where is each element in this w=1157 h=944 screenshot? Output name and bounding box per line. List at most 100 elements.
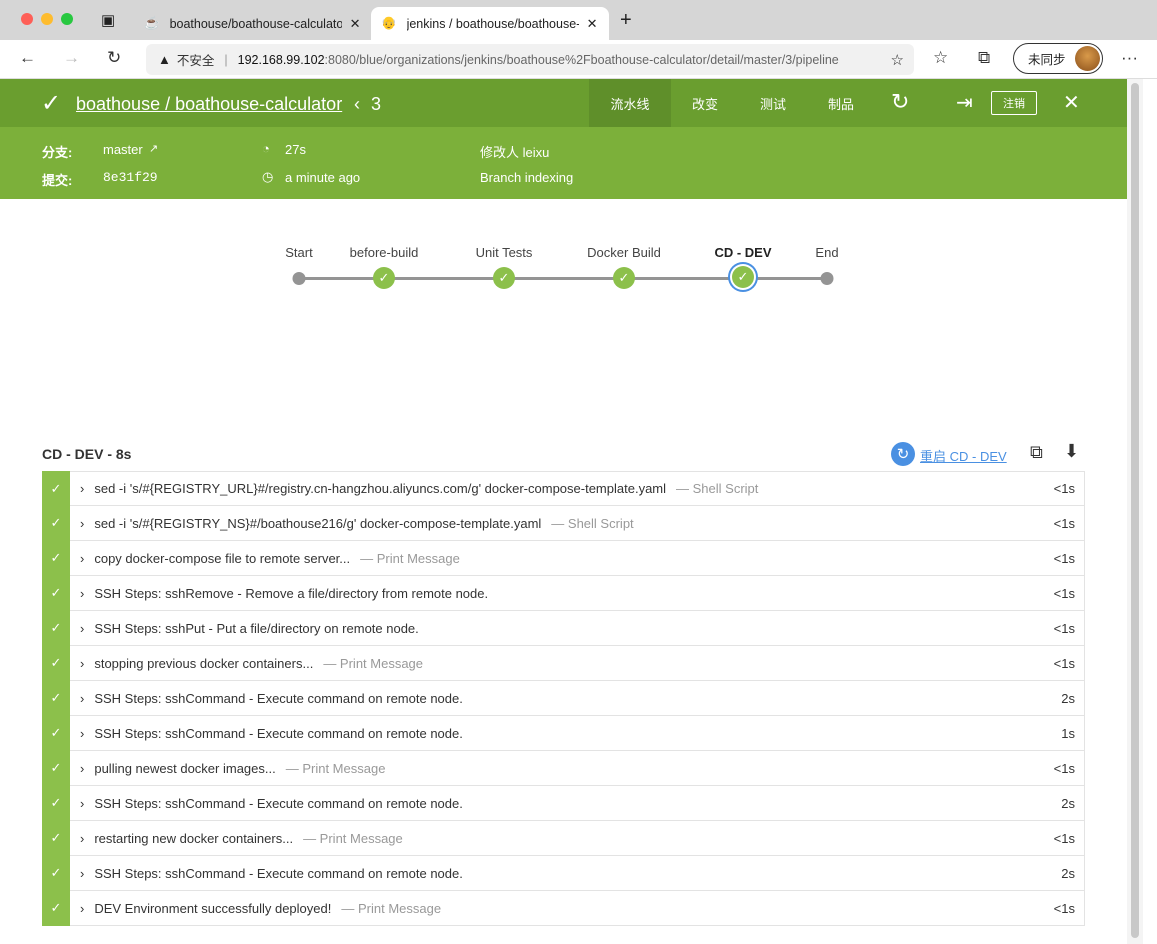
restart-stage-link[interactable]: 重启 CD - DEV	[920, 446, 1007, 465]
step-row[interactable]: ✓ › SSH Steps: sshCommand - Execute comman…	[42, 680, 1085, 716]
chevron-right-icon[interactable]: ›	[80, 481, 84, 496]
pipeline-title-link[interactable]: boathouse / boathouse-calculator	[76, 94, 342, 115]
step-row[interactable]: ✓ › pulling newest docker images... — Print…	[42, 750, 1085, 786]
reload-icon[interactable]: ↻	[107, 48, 121, 68]
address-bar[interactable]: ▲ 不安全 | 192.168.99.102 :8080/blue/organi…	[146, 44, 914, 75]
chevron-right-icon[interactable]: ›	[80, 586, 84, 601]
chevron-right-icon[interactable]: ›	[80, 691, 84, 706]
chevron-right-icon[interactable]: ›	[80, 761, 84, 776]
step-row[interactable]: ✓ › SSH Steps: sshRemove - Remove a file/d…	[42, 575, 1085, 611]
run-summary: 分支: master ↗ 提交: 8e31f29 ◔ 27s ◷ a minut…	[0, 127, 1127, 199]
step-text: SSH Steps: sshCommand - Execute command …	[94, 725, 463, 741]
tab-changes[interactable]: 改变	[675, 79, 735, 127]
restart-icon[interactable]: ↻	[891, 442, 915, 466]
stage-node-cd-dev[interactable]: ✓	[732, 266, 754, 288]
success-check-icon: ✓	[42, 820, 70, 856]
tab-jenkins[interactable]: 👴 jenkins / boathouse/boathouse-calculat…	[371, 7, 609, 40]
collections-icon[interactable]: ⧉	[978, 48, 990, 68]
step-row[interactable]: ✓ › sed -i 's/#{REGISTRY_NS}#/boathouse216…	[42, 505, 1085, 541]
open-external-icon[interactable]: ⧉	[1030, 442, 1043, 463]
step-row[interactable]: ✓ › stopping previous docker containers...…	[42, 645, 1085, 681]
chevron-right-icon[interactable]: ›	[80, 831, 84, 846]
step-type: — Print Message	[360, 550, 460, 566]
profile-button[interactable]: 未同步	[1013, 43, 1103, 74]
chevron-right-icon[interactable]: ›	[80, 901, 84, 916]
duration-value: 27s	[285, 142, 306, 157]
chevron-right-icon[interactable]: ›	[80, 516, 84, 531]
scrollbar[interactable]	[1127, 79, 1143, 944]
sign-in-icon[interactable]: ⇥	[956, 90, 973, 115]
maximize-window-button[interactable]	[61, 13, 73, 25]
step-text: SSH Steps: sshCommand - Execute command …	[94, 690, 463, 706]
stage-label: before-build	[349, 245, 419, 260]
step-type: — Print Message	[323, 655, 424, 671]
close-window-button[interactable]	[21, 13, 33, 25]
forward-icon[interactable]: →	[63, 48, 80, 68]
stage-node-before-build[interactable]: ✓	[373, 267, 395, 289]
browser-tab-bar: ▣ ☕ boathouse/boathouse-calculator ✕ 👴 j…	[0, 0, 1157, 40]
chevron-right-icon[interactable]: ›	[80, 656, 84, 671]
favorites-icon[interactable]: ☆	[933, 48, 948, 68]
sync-label: 未同步	[1028, 53, 1066, 67]
chevron-right-icon[interactable]: ›	[80, 621, 84, 636]
close-tab-icon[interactable]: ✕	[350, 16, 361, 32]
close-icon[interactable]: ✕	[1063, 90, 1080, 115]
stage-node-docker-build[interactable]: ✓	[613, 267, 635, 289]
success-check-icon: ✓	[373, 267, 395, 289]
success-check-icon: ✓	[42, 750, 70, 786]
stage-label: CD - DEV	[714, 245, 772, 260]
tab-gitea[interactable]: ☕ boathouse/boathouse-calculator ✕	[134, 7, 370, 40]
tab-title: jenkins / boathouse/boathouse-calculator	[406, 16, 579, 31]
step-row[interactable]: ✓ › SSH Steps: sshCommand - Execute comman…	[42, 715, 1085, 751]
step-text: SSH Steps: sshCommand - Execute command …	[94, 795, 463, 811]
step-row[interactable]: ✓ › SSH Steps: sshCommand - Execute comman…	[42, 855, 1085, 891]
step-type: — Shell Script	[676, 481, 759, 496]
success-check-icon: ✓	[42, 575, 70, 611]
logout-button[interactable]: 注销	[991, 91, 1037, 115]
close-tab-icon[interactable]: ✕	[587, 16, 598, 32]
stage-node-unit-tests[interactable]: ✓	[493, 267, 515, 289]
back-icon[interactable]: ←	[19, 48, 36, 68]
success-check-icon: ✓	[493, 267, 515, 289]
minimize-window-button[interactable]	[41, 13, 53, 25]
tab-pipeline[interactable]: 流水线	[589, 79, 671, 127]
step-row[interactable]: ✓ › sed -i 's/#{REGISTRY_URL}#/registry.cn…	[42, 471, 1085, 506]
step-row[interactable]: ✓ › DEV Environment successfully deployed!…	[42, 890, 1085, 926]
chevron-right-icon[interactable]: ›	[80, 726, 84, 741]
success-check-icon: ✓	[732, 266, 754, 288]
tab-tests[interactable]: 测试	[743, 79, 803, 127]
sidebar-toggle-icon[interactable]: ▣	[101, 11, 115, 29]
step-row[interactable]: ✓ › SSH Steps: sshCommand - Execute comman…	[42, 785, 1085, 821]
rerun-icon[interactable]: ↻	[891, 89, 909, 115]
chevron-right-icon[interactable]: ›	[80, 551, 84, 566]
tab-artifacts[interactable]: 制品	[811, 79, 871, 127]
step-duration: <1s	[1053, 585, 1075, 601]
jenkins-icon: 👴	[381, 16, 397, 30]
add-favorite-icon[interactable]: ☆	[891, 51, 904, 69]
step-text: SSH Steps: sshCommand - Execute command …	[94, 865, 463, 881]
step-text: copy docker-compose file to remote serve…	[94, 550, 351, 566]
run-number: 3	[371, 94, 382, 114]
avatar	[1075, 46, 1100, 71]
step-duration: <1s	[1053, 550, 1075, 566]
more-icon[interactable]: ···	[1121, 48, 1138, 68]
step-row[interactable]: ✓ › restarting new docker containers... — P…	[42, 820, 1085, 856]
success-check-icon: ✓	[42, 471, 70, 506]
step-text: sed -i 's/#{REGISTRY_NS}#/boathouse216/g…	[94, 515, 542, 531]
chevron-right-icon[interactable]: ›	[80, 796, 84, 811]
external-link-icon[interactable]: ↗	[149, 142, 158, 155]
stage-node-end	[820, 272, 834, 285]
security-label[interactable]: 不安全	[177, 50, 215, 69]
step-row[interactable]: ✓ › copy docker-compose file to remote ser…	[42, 540, 1085, 576]
new-tab-button[interactable]: +	[620, 9, 632, 32]
chevron-right-icon[interactable]: ›	[80, 866, 84, 881]
step-duration: 2s	[1061, 865, 1075, 881]
run-cause: Branch indexing	[480, 170, 574, 185]
commit-label: 提交:	[42, 173, 73, 188]
success-check-icon: ✓	[42, 785, 70, 821]
download-icon[interactable]: ⬇	[1064, 441, 1079, 462]
step-text: stopping previous docker containers...	[94, 655, 314, 671]
run-header: ✓ boathouse / boathouse-calculator ‹ 3 流…	[0, 79, 1127, 127]
step-row[interactable]: ✓ › SSH Steps: sshPut - Put a file/directo…	[42, 610, 1085, 646]
success-check-icon: ✓	[42, 540, 70, 576]
